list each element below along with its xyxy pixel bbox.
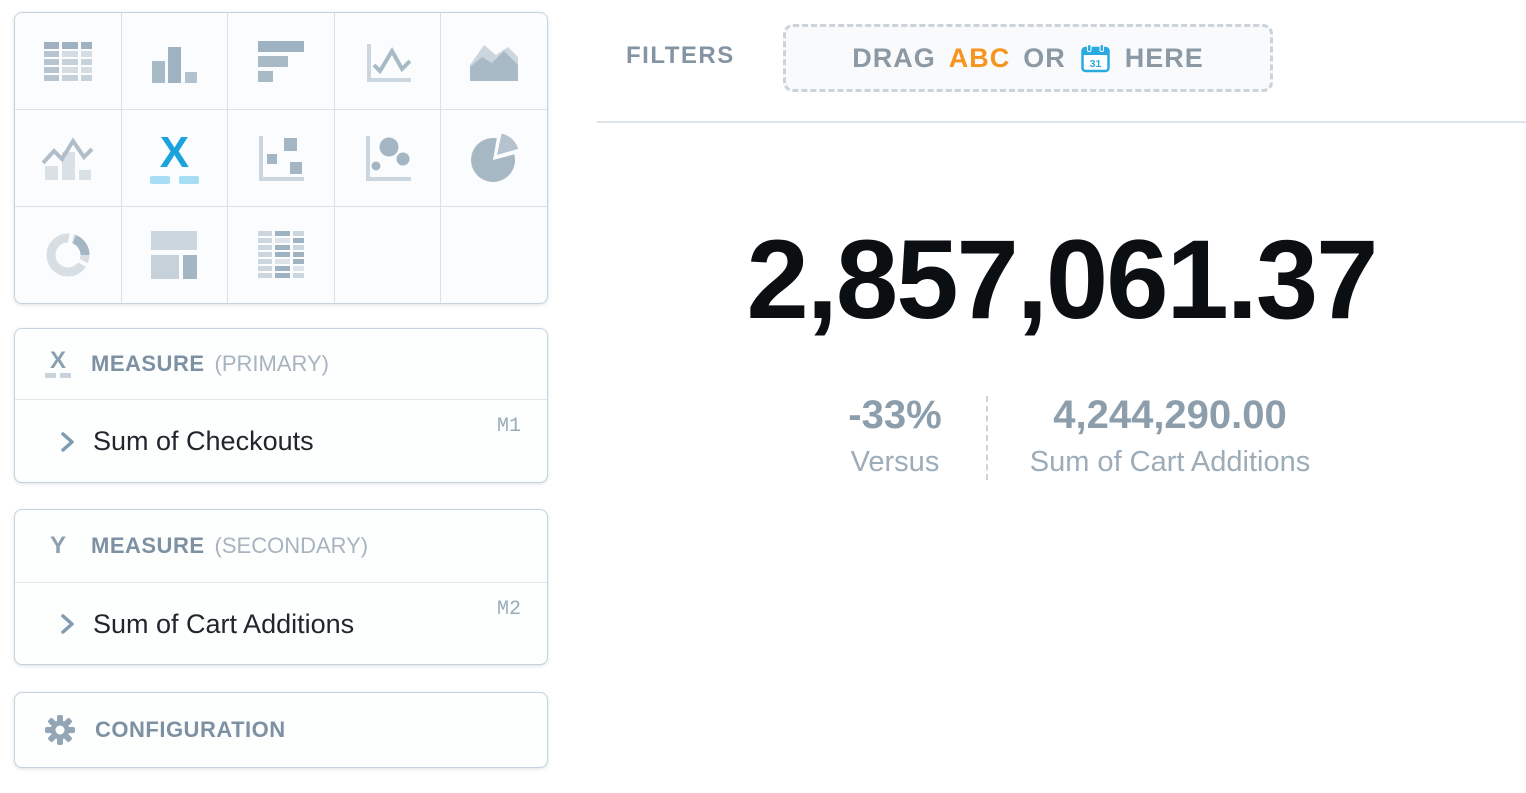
gear-icon bbox=[43, 713, 77, 747]
kpi-comparison-block: 4,244,290.00 Sum of Cart Additions bbox=[1020, 392, 1320, 479]
kpi-value: 2,857,061.37 bbox=[597, 213, 1526, 347]
filter-dropzone[interactable]: DRAG ABC OR 31 HERE bbox=[783, 24, 1273, 92]
x-axis-icon: X bbox=[43, 350, 73, 378]
measure-secondary-panel: Y MEASURE (SECONDARY) Sum of Cart Additi… bbox=[14, 509, 548, 665]
chart-type-pie[interactable] bbox=[441, 110, 547, 206]
chart-type-horizontal-bar[interactable] bbox=[228, 13, 334, 109]
measure-secondary-header: Y MEASURE (SECONDARY) bbox=[15, 510, 547, 583]
dropzone-here-text: HERE bbox=[1125, 43, 1204, 74]
bubble-chart-icon bbox=[361, 133, 415, 183]
horizontal-bar-chart-icon bbox=[256, 40, 306, 82]
chart-type-empty bbox=[335, 207, 441, 303]
chart-type-table[interactable] bbox=[15, 13, 121, 109]
area-chart-icon bbox=[468, 39, 520, 83]
chart-type-combo[interactable] bbox=[15, 110, 121, 206]
section-divider bbox=[597, 121, 1526, 123]
scatter-plot-icon bbox=[254, 133, 308, 183]
svg-text:31: 31 bbox=[1089, 58, 1101, 70]
abc-attribute-icon: ABC bbox=[949, 43, 1011, 74]
table-icon bbox=[42, 40, 94, 82]
kpi-delta-percent: -33% bbox=[785, 392, 1005, 438]
measure-primary-panel: X MEASURE (PRIMARY) Sum of Checkouts M1 bbox=[14, 328, 548, 483]
measure-secondary-field: Sum of Cart Additions bbox=[93, 609, 354, 640]
chart-type-bubble[interactable] bbox=[335, 110, 441, 206]
kpi-comparison-value: 4,244,290.00 bbox=[1020, 392, 1320, 438]
versus-divider bbox=[986, 396, 988, 480]
measure-primary-qualifier: (PRIMARY) bbox=[215, 351, 330, 377]
configuration-label: CONFIGURATION bbox=[95, 717, 286, 743]
kpi-delta-block: -33% Versus bbox=[785, 392, 1005, 479]
chart-type-empty bbox=[441, 207, 547, 303]
measure-primary-field: Sum of Checkouts bbox=[93, 426, 314, 457]
kpi-chart-icon: X bbox=[150, 133, 199, 184]
chevron-right-icon bbox=[59, 612, 75, 636]
chart-type-pivot[interactable] bbox=[228, 207, 334, 303]
measure-primary-header: X MEASURE (PRIMARY) bbox=[15, 329, 547, 400]
donut-chart-icon bbox=[42, 229, 94, 281]
measure-secondary-badge: M2 bbox=[497, 598, 521, 621]
chart-type-bar[interactable] bbox=[122, 13, 228, 109]
chart-type-scatter[interactable] bbox=[228, 110, 334, 206]
measure-secondary-qualifier: (SECONDARY) bbox=[215, 533, 369, 559]
measure-secondary-row[interactable]: Sum of Cart Additions M2 bbox=[15, 583, 547, 665]
bar-chart-icon bbox=[149, 39, 199, 83]
measure-primary-badge: M1 bbox=[497, 415, 521, 438]
measure-secondary-title: MEASURE bbox=[91, 533, 205, 559]
line-chart-icon bbox=[361, 38, 415, 84]
kpi-icon-dashes bbox=[150, 176, 199, 184]
kpi-icon-letter: X bbox=[160, 133, 189, 173]
kpi-comparison-label: Sum of Cart Additions bbox=[1020, 446, 1320, 479]
combo-chart-icon bbox=[42, 135, 94, 181]
configuration-header: CONFIGURATION bbox=[15, 693, 547, 767]
chart-type-line[interactable] bbox=[335, 13, 441, 109]
chevron-right-icon bbox=[59, 430, 75, 454]
dashboard-layout-icon bbox=[149, 229, 199, 281]
chart-type-picker: X bbox=[14, 12, 548, 304]
pie-chart-icon bbox=[467, 132, 521, 184]
chart-type-area[interactable] bbox=[441, 13, 547, 109]
measure-primary-title: MEASURE bbox=[91, 351, 205, 377]
chart-type-dashboard[interactable] bbox=[122, 207, 228, 303]
chart-type-kpi[interactable]: X bbox=[122, 110, 228, 206]
dropzone-drag-text: DRAG bbox=[852, 43, 936, 74]
measure-primary-row[interactable]: Sum of Checkouts M1 bbox=[15, 400, 547, 483]
chart-type-donut[interactable] bbox=[15, 207, 121, 303]
calendar-icon: 31 bbox=[1079, 42, 1112, 75]
pivot-table-icon bbox=[256, 230, 306, 280]
dropzone-or-text: OR bbox=[1023, 43, 1066, 74]
kpi-versus-label: Versus bbox=[785, 446, 1005, 479]
configuration-panel[interactable]: CONFIGURATION bbox=[14, 692, 548, 768]
y-axis-icon: Y bbox=[43, 532, 73, 560]
filters-label: FILTERS bbox=[626, 42, 735, 70]
